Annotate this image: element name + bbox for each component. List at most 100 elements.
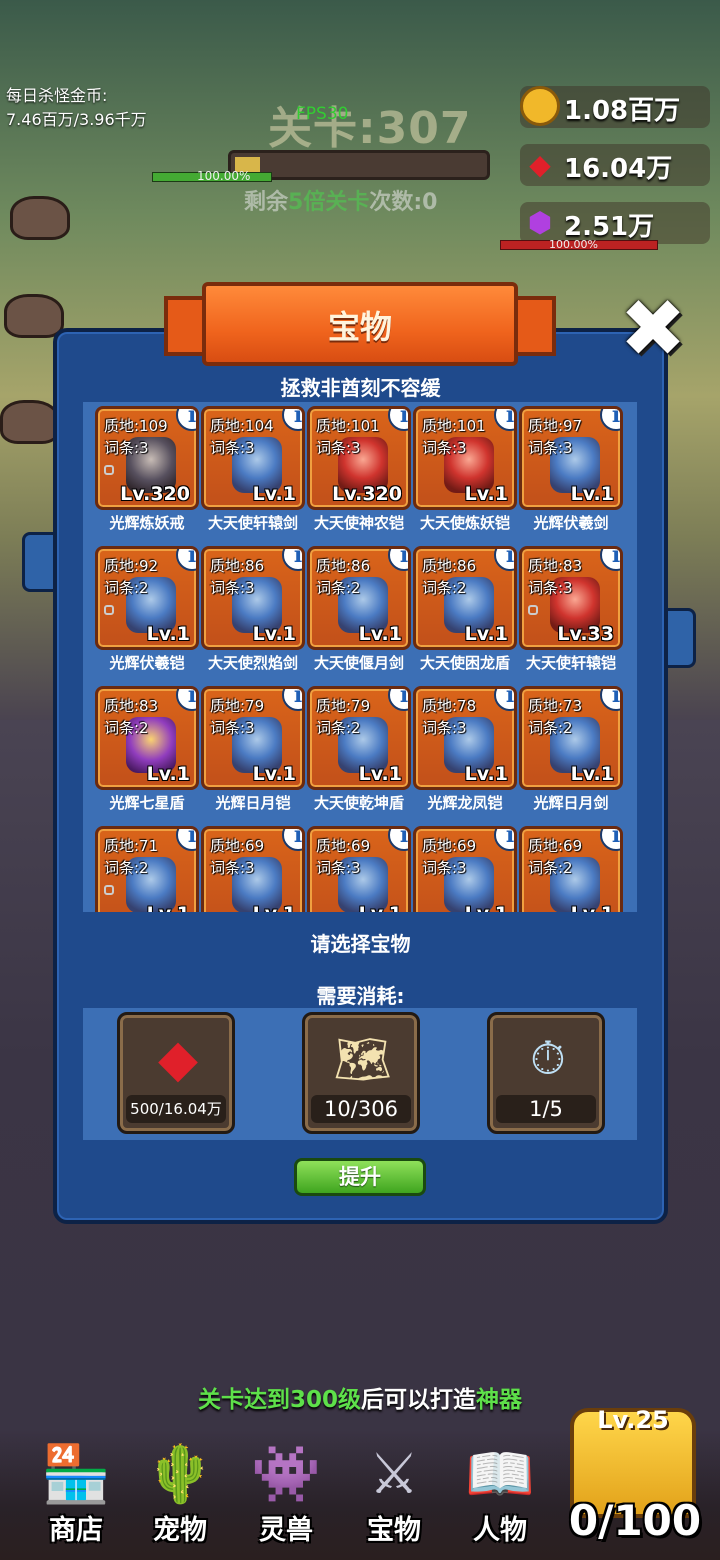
treasure-item[interactable]: 质地:109 词条:3 Lv.320 i 光辉炼妖戒 xyxy=(83,402,199,542)
treasure-item[interactable]: 质地:69词条:3Lv.1i xyxy=(399,822,517,912)
treasure-item[interactable]: 质地:83 词条:2 Lv.1 i 光辉七星盾 xyxy=(83,682,199,822)
item-terms: 词条:2 xyxy=(104,719,149,737)
treasure-card[interactable]: 质地:101 词条:3 Lv.320 i xyxy=(307,406,411,510)
nav-character[interactable]: 📖 人物 xyxy=(450,1436,550,1546)
amethyst-gem-icon: ⬢ xyxy=(527,205,553,239)
info-icon[interactable]: i xyxy=(600,829,620,851)
treasure-item[interactable]: 质地:78 词条:3 Lv.1 i 光辉龙凤铠 xyxy=(399,682,517,822)
info-icon[interactable]: i xyxy=(600,549,620,571)
item-name: 大天使轩辕铠 xyxy=(525,654,616,672)
nav-pet[interactable]: 🌵 宠物 xyxy=(130,1436,230,1546)
item-terms: 词条:3 xyxy=(210,719,255,737)
hp-percent: 100.00% xyxy=(197,169,251,183)
modal-subtitle: 拯救非酋刻不容缓 xyxy=(280,376,441,400)
item-name: 光辉伏羲剑 xyxy=(533,514,609,532)
remain-suffix: 次数:0 xyxy=(369,190,438,215)
notice-level: 300级 xyxy=(289,1387,361,1413)
treasure-card[interactable]: 质地:92 词条:2 Lv.1 i xyxy=(95,546,199,650)
treasure-item[interactable]: 质地:69词条:3Lv.1i xyxy=(293,822,411,912)
daily-gold-value: 7.46百万/3.96千万 xyxy=(6,110,147,129)
treasure-card[interactable]: 质地:83 词条:3 Lv.33 i xyxy=(519,546,623,650)
item-terms: 词条:3 xyxy=(422,719,467,737)
item-level: Lv.1 xyxy=(358,763,402,785)
treasure-item[interactable]: 质地:101 词条:3 Lv.320 i 大天使神农铠 xyxy=(293,402,411,542)
remaining-bonus-stages: 剩余5倍关卡次数:0 xyxy=(244,184,437,216)
treasure-chest[interactable]: Lv.25 0/100 xyxy=(560,1400,710,1550)
treasure-item[interactable]: 质地:101 词条:3 Lv.1 i 大天使炼妖铠 xyxy=(399,402,517,542)
treasure-item[interactable]: 质地:79 词条:3 Lv.1 i 光辉日月铠 xyxy=(187,682,305,822)
treasure-item[interactable]: 质地:71词条:2Lv.1i xyxy=(83,822,199,912)
remain-prefix: 剩余 xyxy=(244,190,289,215)
item-quality: 质地:86 xyxy=(210,557,265,575)
cow-monster xyxy=(0,400,60,444)
item-quality: 质地:69 xyxy=(422,837,477,855)
treasure-card[interactable]: 质地:97 词条:3 Lv.1 i xyxy=(519,406,623,510)
treasure-item[interactable]: 质地:86 词条:2 Lv.1 i 大天使偃月剑 xyxy=(293,542,411,682)
treasure-item[interactable]: 质地:79 词条:2 Lv.1 i 大天使乾坤盾 xyxy=(293,682,411,822)
nav-beast[interactable]: 👾 灵兽 xyxy=(236,1436,336,1546)
treasure-card[interactable]: 质地:86 词条:3 Lv.1 i xyxy=(201,546,305,650)
select-prompt: 请选择宝物 xyxy=(310,932,411,956)
item-level: Lv.1 xyxy=(465,903,508,912)
amethyst-bar: 100.00% xyxy=(500,238,658,251)
stopwatch-icon: ⏱ xyxy=(530,1031,566,1085)
item-level: Lv.1 xyxy=(147,903,190,912)
item-level: Lv.1 xyxy=(570,483,614,505)
nav-label: 宠物 xyxy=(153,1515,207,1546)
treasure-item[interactable]: 质地:83 词条:3 Lv.33 i 大天使轩辕铠 xyxy=(505,542,623,682)
fps-counter: FPS30 xyxy=(296,104,349,124)
treasure-card[interactable]: 质地:79 词条:2 Lv.1 i xyxy=(307,686,411,790)
nav-label: 商店 xyxy=(49,1515,103,1546)
treasure-card[interactable]: 质地:83 词条:2 Lv.1 i xyxy=(95,686,199,790)
item-level: Lv.1 xyxy=(464,483,508,505)
treasure-card[interactable]: 质地:69词条:3Lv.1i xyxy=(201,826,305,912)
chest-count: 0/100 xyxy=(568,1496,702,1545)
treasure-item[interactable]: 质地:69词条:3Lv.1i xyxy=(187,822,305,912)
treasure-card[interactable]: 质地:73 词条:2 Lv.1 i xyxy=(519,686,623,790)
item-terms: 词条:3 xyxy=(422,859,467,877)
item-level: Lv.1 xyxy=(146,623,190,645)
treasure-item[interactable]: 质地:92 词条:2 Lv.1 i 光辉伏羲铠 xyxy=(83,542,199,682)
nav-treasure[interactable]: ⚔ 宝物 xyxy=(344,1436,444,1547)
treasure-grid[interactable]: 质地:109 词条:3 Lv.320 i 光辉炼妖戒 质地:104 词条:3 Lv.1 i 大天使… xyxy=(83,402,637,912)
treasure-item[interactable]: 质地:69 词条:2 Lv.1 i xyxy=(505,822,623,912)
item-terms: 词条:2 xyxy=(528,719,573,737)
item-quality: 质地:92 xyxy=(104,557,159,575)
treasure-card[interactable]: 质地:86 词条:2 Lv.1 i xyxy=(413,546,517,650)
treasure-card[interactable]: 质地:71词条:2Lv.1i xyxy=(95,826,199,912)
treasure-card[interactable]: 质地:78 词条:3 Lv.1 i xyxy=(413,686,517,790)
treasure-item[interactable]: 质地:104 词条:3 Lv.1 i 大天使轩辕剑 xyxy=(187,402,305,542)
treasure-item[interactable]: 质地:86 词条:2 Lv.1 i 大天使困龙盾 xyxy=(399,542,517,682)
treasure-card[interactable]: 质地:86 词条:2 Lv.1 i xyxy=(307,546,411,650)
upgrade-button[interactable]: 提升 xyxy=(294,1158,426,1196)
item-quality: 质地:83 xyxy=(104,697,159,715)
close-icon: ✖ xyxy=(619,282,687,375)
item-quality: 质地:86 xyxy=(422,557,477,575)
nav-label: 宝物 xyxy=(367,1515,421,1546)
treasure-item[interactable]: 质地:86 词条:3 Lv.1 i 大天使烈焰剑 xyxy=(187,542,305,682)
item-terms: 词条:3 xyxy=(528,579,573,597)
item-level: Lv.1 xyxy=(146,763,190,785)
item-quality: 质地:69 xyxy=(528,837,583,855)
treasure-item[interactable]: 质地:73 词条:2 Lv.1 i 光辉日月剑 xyxy=(505,682,623,822)
nav-label: 灵兽 xyxy=(259,1515,313,1546)
treasure-card[interactable]: 质地:104 词条:3 Lv.1 i xyxy=(201,406,305,510)
item-level: Lv.1 xyxy=(464,623,508,645)
daily-gold-info: 每日杀怪金币: 7.46百万/3.96千万 xyxy=(6,84,147,132)
nav-shop[interactable]: 🏪 商店 xyxy=(26,1436,126,1546)
item-terms: 词条:2 xyxy=(104,859,149,877)
treasure-item[interactable]: 质地:97 词条:3 Lv.1 i 光辉伏羲剑 xyxy=(505,402,623,542)
notice-part3: 后可以打造 xyxy=(361,1387,476,1413)
treasure-card[interactable]: 质地:69词条:3Lv.1i xyxy=(413,826,517,912)
info-icon[interactable]: i xyxy=(600,689,620,711)
treasure-card[interactable]: 质地:69词条:3Lv.1i xyxy=(307,826,411,912)
treasure-card[interactable]: 质地:101 词条:3 Lv.1 i xyxy=(413,406,517,510)
treasure-card[interactable]: 质地:79 词条:3 Lv.1 i xyxy=(201,686,305,790)
treasure-card[interactable]: 质地:109 词条:3 Lv.320 i xyxy=(95,406,199,510)
close-button[interactable]: ✖ xyxy=(616,282,690,375)
info-icon[interactable]: i xyxy=(600,409,620,431)
treasure-card[interactable]: 质地:69 词条:2 Lv.1 i xyxy=(519,826,623,912)
remain-highlight: 5倍关卡 xyxy=(288,190,370,215)
item-terms: 词条:3 xyxy=(422,439,467,457)
stage-level: 关卡:307 xyxy=(268,103,472,154)
